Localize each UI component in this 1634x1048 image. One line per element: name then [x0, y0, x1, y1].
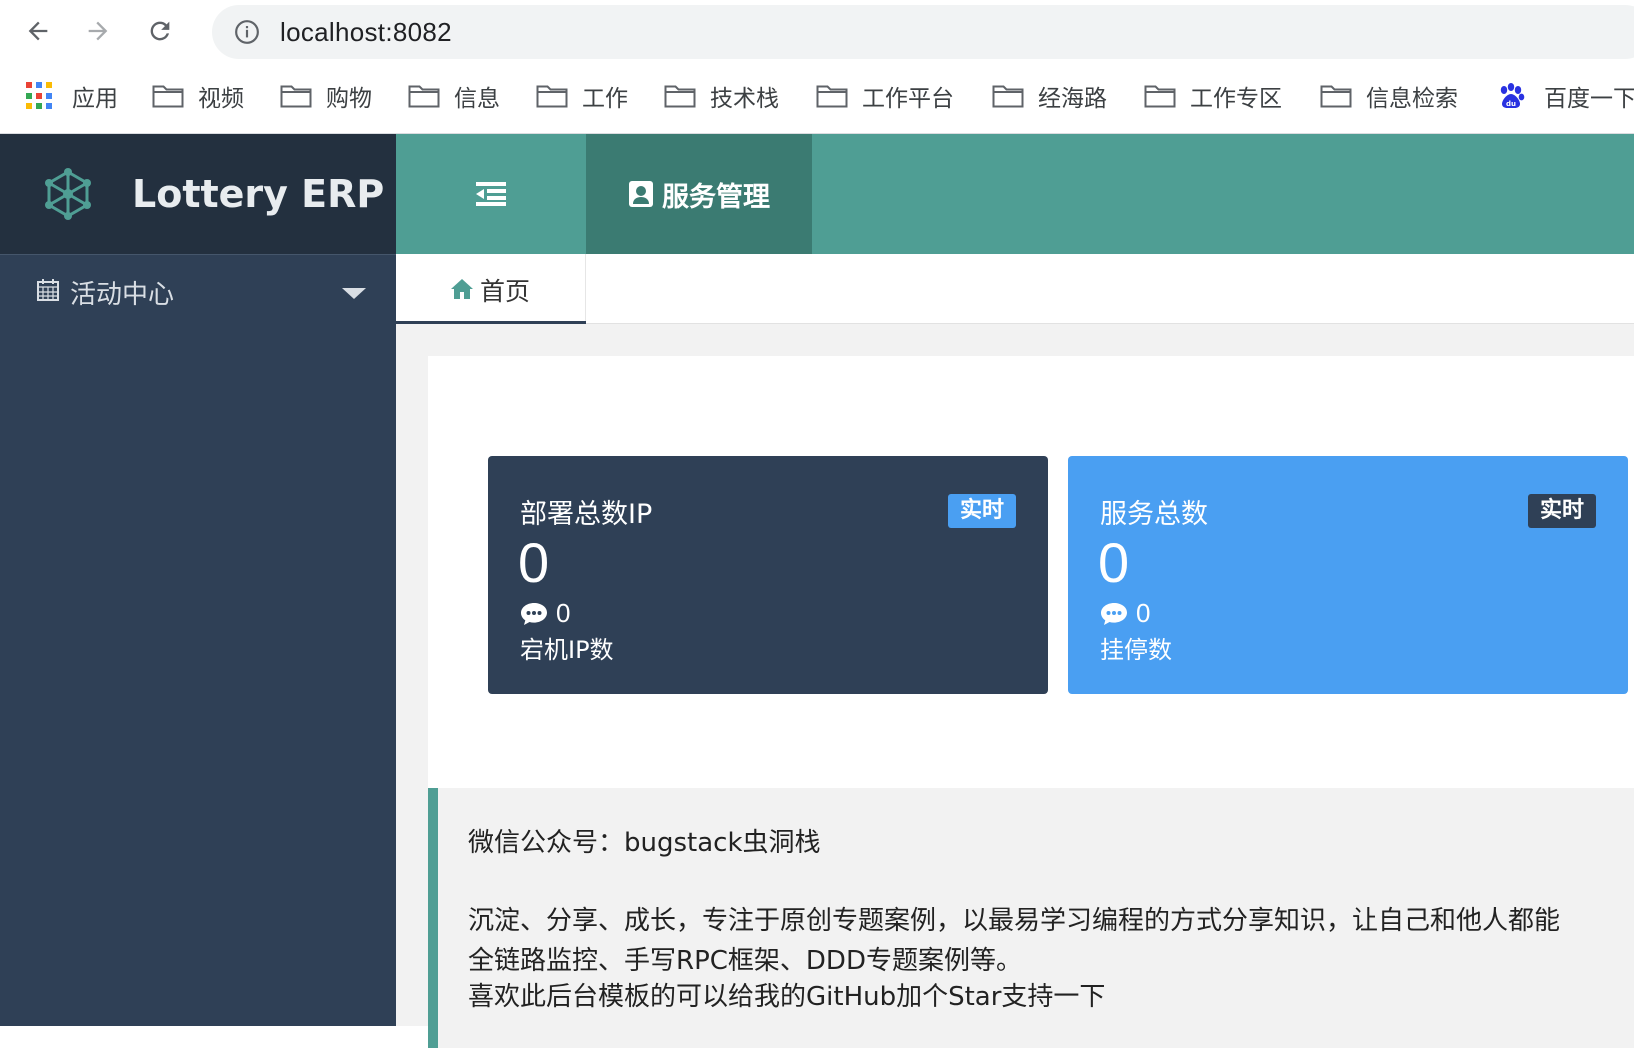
- home-icon: [451, 279, 473, 299]
- bookmark-label: 技术栈: [710, 86, 779, 112]
- sidebar: Lottery ERP 活动中心: [0, 134, 396, 1026]
- id-card-icon: [629, 181, 653, 207]
- caret-down-icon: [342, 288, 366, 299]
- sidebar-toggle-button[interactable]: [396, 134, 586, 254]
- card-title: 部署总数IP: [520, 499, 653, 530]
- url-text[interactable]: localhost:8082: [280, 17, 452, 48]
- comment-icon: [1101, 602, 1127, 625]
- realtime-badge: 实时: [947, 494, 1016, 528]
- bookmark-folder[interactable]: 技术栈: [664, 78, 779, 114]
- realtime-badge: 实时: [1527, 494, 1596, 528]
- notice-line: 微信公众号：bugstack虫洞栈: [468, 828, 821, 858]
- sidebar-item-activity-center[interactable]: 活动中心: [0, 260, 396, 320]
- bookmark-label: 视频: [198, 86, 244, 112]
- card-sub-label: 挂停数: [1100, 636, 1172, 664]
- card-sub-row: 0: [520, 598, 570, 629]
- address-bar[interactable]: localhost:8082: [212, 5, 1634, 59]
- bookmark-folder[interactable]: 信息: [408, 78, 500, 114]
- card-sub-row: 0: [1100, 598, 1150, 629]
- folder-icon: [152, 85, 184, 108]
- bookmark-label: 工作平台: [862, 86, 954, 112]
- brand-title: Lottery ERP: [132, 172, 385, 216]
- notice-line: 喜欢此后台模板的可以给我的GitHub加个Star支持一下: [468, 982, 1106, 1012]
- divider: [0, 254, 396, 255]
- tab-label: 首页: [480, 277, 531, 306]
- folder-icon: [992, 85, 1024, 108]
- folder-icon: [1320, 85, 1352, 108]
- arrow-right-icon: [88, 21, 108, 41]
- sidebar-item-label: 活动中心: [70, 280, 175, 310]
- folder-icon: [664, 85, 696, 108]
- bookmark-label: 百度一下: [1544, 86, 1634, 112]
- bookmark-folder[interactable]: 视频: [152, 78, 244, 114]
- notice-blockquote: 微信公众号：bugstack虫洞栈 沉淀、分享、成长，专注于原创专题案例，以最易…: [428, 788, 1634, 1048]
- bookmark-label: 经海路: [1038, 86, 1107, 112]
- stat-card-deploy-ip: 部署总数IP 实时 0 0 宕机IP数: [488, 456, 1048, 694]
- back-button[interactable]: [18, 11, 58, 51]
- card-sub-value: 0: [1136, 598, 1151, 628]
- folder-icon: [280, 85, 312, 108]
- bookmark-label: 购物: [326, 86, 372, 112]
- bookmark-folder[interactable]: 信息检索: [1320, 78, 1458, 114]
- folder-icon: [536, 85, 568, 108]
- bookmark-label: 工作专区: [1190, 86, 1282, 112]
- calendar-icon: [37, 279, 59, 301]
- card-sub-value: 0: [556, 598, 571, 628]
- bookmark-label: 工作: [582, 86, 628, 112]
- reload-button[interactable]: [140, 11, 180, 51]
- card-value: 0: [518, 531, 550, 594]
- main-content: 部署总数IP 实时 0 0 宕机IP数 服务总数 实时 0 0 挂停数 微信公众…: [396, 324, 1634, 1048]
- folder-icon: [408, 85, 440, 108]
- bookmark-label: 信息检索: [1366, 86, 1458, 112]
- notice-line: 沉淀、分享、成长，专注于原创专题案例，以最易学习编程的方式分享知识，让自己和他人…: [468, 906, 1561, 936]
- bookmark-folder[interactable]: 经海路: [992, 78, 1107, 114]
- stat-card-service-total: 服务总数 实时 0 0 挂停数: [1068, 456, 1628, 694]
- tab-home[interactable]: 首页: [396, 254, 586, 325]
- card-sub-label: 宕机IP数: [520, 636, 614, 664]
- bookmark-label: 应用: [72, 86, 118, 112]
- tab-bar: 首页: [396, 254, 1634, 325]
- arrow-left-icon: [28, 21, 48, 41]
- brand-header[interactable]: Lottery ERP: [0, 134, 396, 254]
- service-management-button[interactable]: 服务管理: [586, 134, 812, 254]
- card-title: 服务总数: [1100, 499, 1208, 530]
- info-icon[interactable]: [234, 19, 260, 45]
- folder-icon: [1144, 85, 1176, 108]
- comment-icon: [521, 602, 547, 625]
- cube-logo-icon: [45, 168, 91, 220]
- baidu-paw-icon: du: [1500, 83, 1525, 108]
- card-value: 0: [1098, 531, 1130, 594]
- top-header: 服务管理: [396, 134, 1634, 254]
- bookmark-label: 信息: [454, 86, 500, 112]
- bookmarks-bar: 应用 视频 购物 信息 工作 技术栈 工作平台 经海路 工作专区 信息检索 du…: [0, 62, 1634, 134]
- bookmark-baidu[interactable]: du 百度一下: [1496, 78, 1634, 114]
- bookmark-folder[interactable]: 购物: [280, 78, 372, 114]
- bookmark-folder[interactable]: 工作专区: [1144, 78, 1282, 114]
- bookmark-folder[interactable]: 工作: [536, 78, 628, 114]
- bookmark-folder[interactable]: 工作平台: [816, 78, 954, 114]
- folder-icon: [816, 85, 848, 108]
- notice-line: 全链路监控、手写RPC框架、DDD专题案例等。: [468, 946, 1022, 976]
- forward-button[interactable]: [78, 11, 118, 51]
- reload-icon: [150, 21, 170, 41]
- browser-toolbar: localhost:8082: [0, 0, 1634, 62]
- bookmark-apps[interactable]: 应用: [26, 78, 118, 114]
- svg-text:du: du: [1506, 100, 1516, 108]
- apps-grid-icon: [26, 82, 54, 110]
- service-management-label: 服务管理: [662, 181, 770, 213]
- menu-collapse-icon: [476, 182, 506, 206]
